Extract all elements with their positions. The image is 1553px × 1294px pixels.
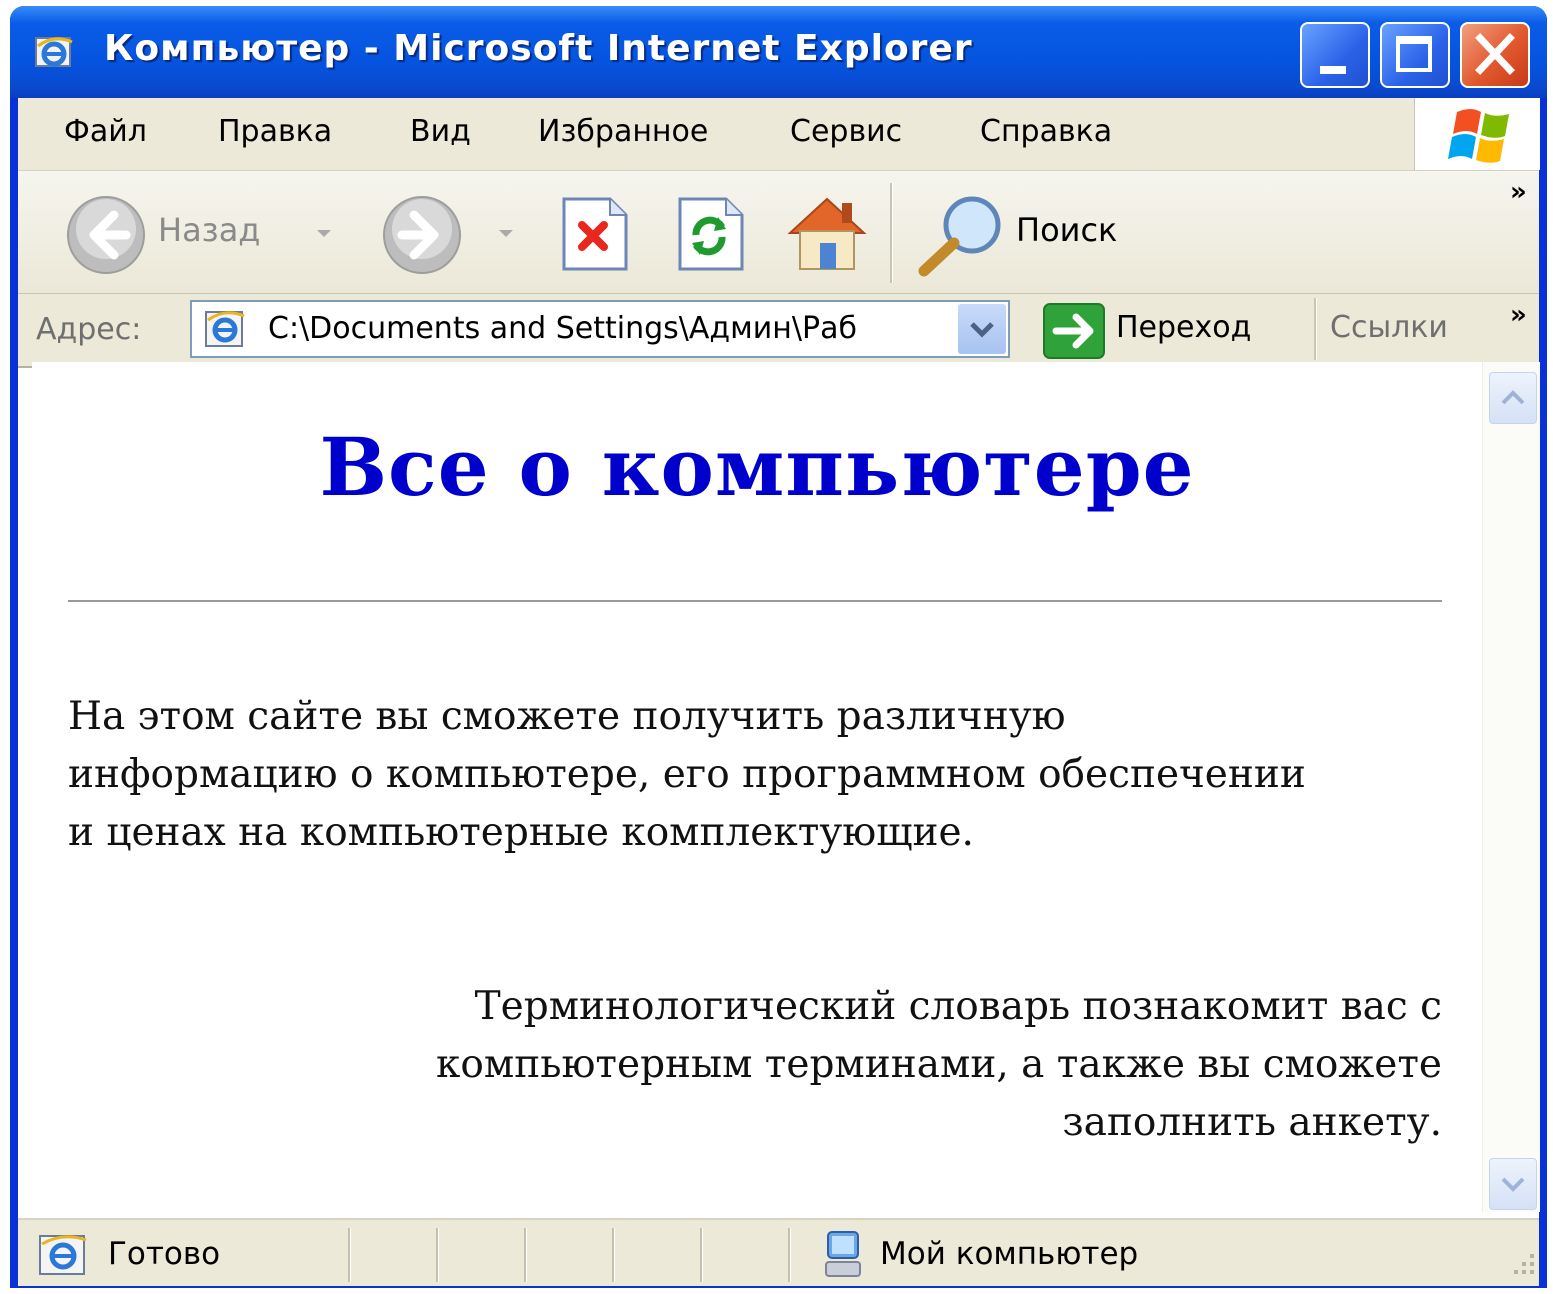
menu-bar: Файл Правка Вид Избранное Сервис Справка — [18, 98, 1540, 171]
forward-dropdown-icon[interactable] — [496, 227, 516, 241]
windows-flag-icon — [1448, 109, 1509, 163]
browser-chrome: Файл Правка Вид Избранное Сервис Справка — [18, 98, 1540, 368]
status-text: Готово — [108, 1236, 221, 1272]
my-computer-icon — [825, 1231, 861, 1277]
intro-paragraph: На этом сайте вы сможете получить различ… — [68, 694, 1306, 855]
page-content: Все о компьютере На этом сайте вы сможет… — [32, 362, 1482, 1212]
chevron-up-icon — [1501, 390, 1525, 405]
status-separator — [348, 1228, 351, 1282]
forward-arrow-icon[interactable] — [380, 193, 464, 277]
status-bar: Готово Мой компьютер — [18, 1218, 1539, 1286]
security-zone: Мой компьютер — [880, 1236, 1139, 1272]
chevron-down-icon — [1501, 1177, 1525, 1192]
resize-grip-icon[interactable] — [1508, 1250, 1538, 1280]
go-arrow-icon[interactable] — [1042, 302, 1106, 360]
menu-help[interactable]: Справка — [980, 114, 1112, 149]
close-button[interactable] — [1460, 22, 1530, 88]
go-button[interactable]: Переход — [1116, 310, 1251, 345]
search-icon[interactable] — [914, 193, 1010, 277]
menu-edit[interactable]: Правка — [218, 114, 332, 149]
window-title: Компьютер - Microsoft Internet Explorer — [104, 28, 973, 69]
minimize-button[interactable] — [1300, 22, 1370, 88]
address-input[interactable]: C:\Documents and Settings\Админ\Раб — [190, 300, 1010, 358]
links-chevron[interactable]: » — [1510, 300, 1527, 330]
menu-tools[interactable]: Сервис — [790, 114, 902, 149]
internet-explorer-icon — [35, 37, 73, 67]
horizontal-rule — [68, 600, 1442, 602]
menu-favorites[interactable]: Избранное — [538, 114, 708, 149]
title-bar[interactable]: Компьютер - Microsoft Internet Explorer — [10, 6, 1547, 98]
address-label: Адрес: — [36, 312, 142, 347]
address-dropdown-button[interactable] — [958, 304, 1006, 354]
address-separator — [1314, 298, 1317, 360]
status-separator — [788, 1228, 791, 1282]
toolbar-chevron[interactable]: » — [1510, 177, 1527, 207]
minimize-icon — [1320, 66, 1346, 74]
menu-file[interactable]: Файл — [64, 114, 147, 149]
search-label[interactable]: Поиск — [1016, 211, 1117, 249]
home-icon[interactable] — [782, 189, 872, 275]
back-label[interactable]: Назад — [158, 211, 260, 249]
browser-window: Компьютер - Microsoft Internet Explorer … — [10, 6, 1547, 1288]
menu-view[interactable]: Вид — [410, 114, 471, 149]
maximize-button[interactable] — [1380, 22, 1450, 88]
page-heading: Все о компьютере — [319, 420, 1195, 514]
chevron-down-icon — [970, 322, 994, 338]
status-separator — [524, 1228, 527, 1282]
scroll-down-button[interactable] — [1489, 1158, 1537, 1210]
links-button[interactable]: Ссылки — [1330, 310, 1448, 345]
status-separator — [612, 1228, 615, 1282]
page-icon — [205, 311, 245, 347]
toolbar-separator — [890, 183, 893, 283]
address-value: C:\Documents and Settings\Админ\Раб — [268, 311, 857, 346]
status-separator — [436, 1228, 439, 1282]
dictionary-paragraph: Терминологический словарь познакомит вас… — [436, 984, 1442, 1145]
internet-explorer-icon — [39, 1235, 87, 1275]
maximize-icon — [1396, 36, 1432, 72]
back-dropdown-icon[interactable] — [314, 227, 334, 241]
refresh-icon[interactable] — [674, 195, 748, 273]
vertical-scrollbar[interactable] — [1482, 362, 1540, 1212]
status-separator — [700, 1228, 703, 1282]
address-bar: Адрес: C:\Documents and Settings\Админ\Р… — [18, 294, 1539, 368]
scroll-up-button[interactable] — [1489, 372, 1537, 424]
stop-icon[interactable] — [558, 195, 632, 273]
close-icon — [1475, 33, 1515, 75]
windows-logo — [1414, 98, 1540, 170]
standard-toolbar: Назад Поиск » — [18, 171, 1539, 294]
back-arrow-icon[interactable] — [64, 193, 148, 277]
